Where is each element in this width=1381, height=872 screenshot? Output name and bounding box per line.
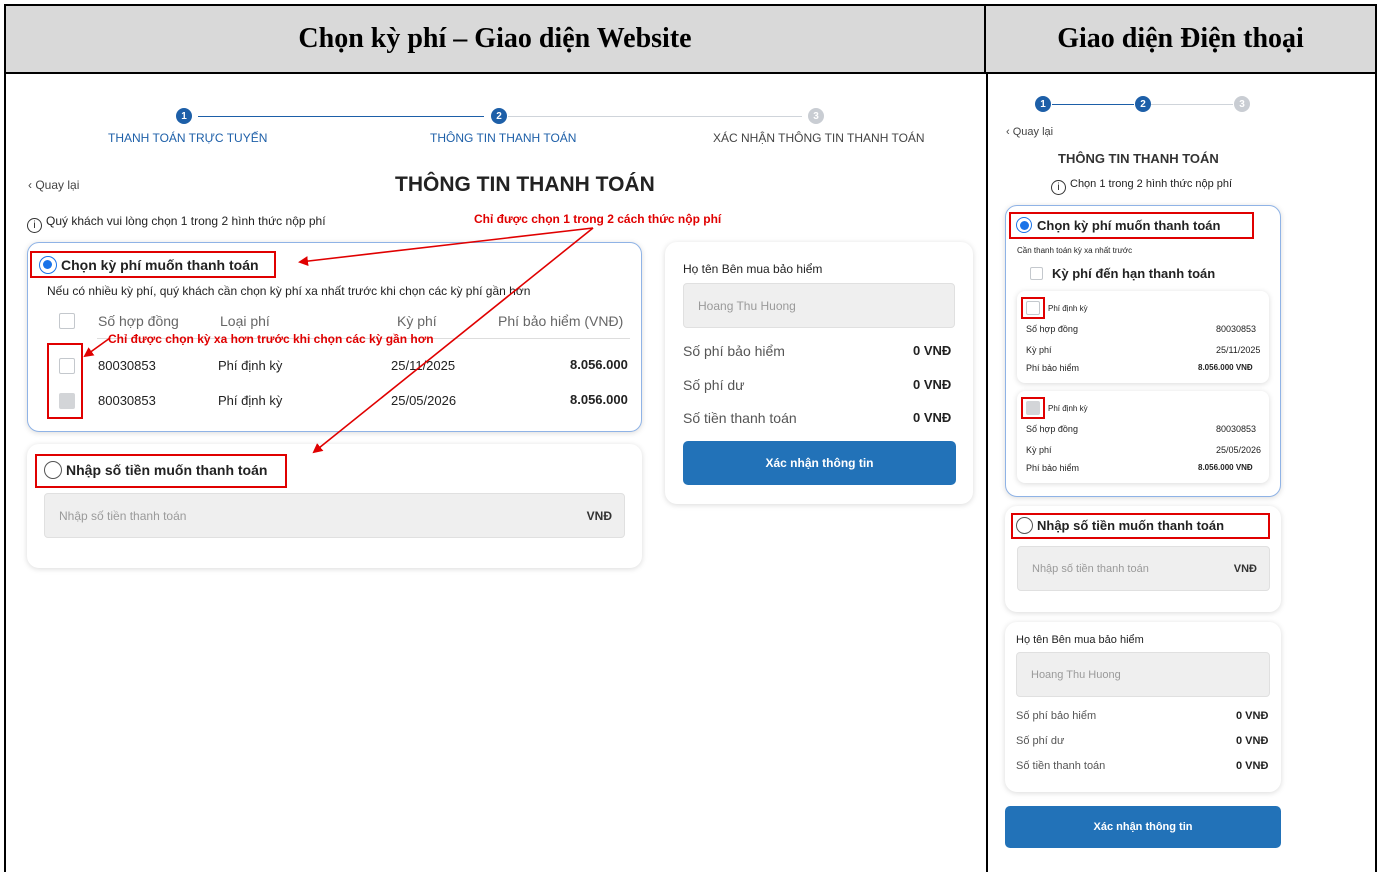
summary-premium-value: 0 VNĐ <box>913 343 952 358</box>
col-premium: Phí bảo hiểm (VNĐ) <box>498 313 624 329</box>
col-contract: Số hợp đồng <box>98 313 179 329</box>
step-1-label: THANH TOÁN TRỰC TUYẾN <box>108 131 268 145</box>
m-highlight-option1-title <box>1009 212 1254 239</box>
m-confirm-button[interactable]: Xác nhận thông tin <box>1005 806 1281 848</box>
highlight-option2-title <box>35 454 287 488</box>
m-info-text: i Chọn 1 trong 2 hình thức nộp phí <box>1051 178 1232 195</box>
m-row-2-premium-label: Phí bảo hiểm <box>1026 463 1080 473</box>
m-summary-surplus-value: 0 VNĐ <box>1236 735 1269 747</box>
row-1-contract: 80030853 <box>98 358 156 373</box>
m-row-1-premium: 8.056.000 VNĐ <box>1198 363 1253 372</box>
m-option1-hint: Cần thanh toán kỳ xa nhất trước <box>1017 246 1133 255</box>
m-row-2-period: 25/05/2026 <box>1216 445 1262 455</box>
mobile-column-header: Giao diện Điện thoại <box>986 6 1375 74</box>
m-row-2-contract: 80030853 <box>1216 424 1257 434</box>
m-summary-premium-label: Số phí bảo hiểm <box>1016 710 1097 722</box>
m-summary-surplus-label: Số phí dư <box>1016 735 1065 747</box>
summary-total-label: Số tiền thanh toán <box>683 410 797 426</box>
m-buyer-input[interactable]: Hoang Thu Huong <box>1016 652 1270 697</box>
highlight-option1-title <box>30 251 276 278</box>
m-due-label: Kỳ phí đến hạn thanh toán <box>1052 266 1216 281</box>
row-1-type: Phí định kỳ <box>218 358 283 373</box>
m-back-link[interactable]: ‹ Quay lại <box>1006 126 1053 138</box>
m-row-1-type: Phí định kỳ <box>1048 304 1088 313</box>
m-step-2-dot: 2 <box>1135 96 1151 112</box>
info-text: i Quý khách vui lòng chọn 1 trong 2 hình … <box>27 214 326 233</box>
summary-surplus-value: 0 VNĐ <box>913 377 952 392</box>
m-summary-premium-value: 0 VNĐ <box>1236 710 1269 722</box>
m-highlight-option2-title <box>1011 513 1270 539</box>
option1-hint: Nếu có nhiều kỳ phí, quý khách cần chọn … <box>47 284 531 298</box>
m-row-1-premium-label: Phí bảo hiểm <box>1026 363 1080 373</box>
stepper-line-1 <box>198 116 484 117</box>
m-summary-total-value: 0 VNĐ <box>1236 760 1269 772</box>
amount-unit: VNĐ <box>586 508 612 523</box>
m-row-2-premium: 8.056.000 VNĐ <box>1198 463 1253 472</box>
page-title: THÔNG TIN THANH TOÁN <box>395 173 655 196</box>
m-due-checkbox[interactable] <box>1030 267 1043 280</box>
m-highlight-row-2-checkbox <box>1021 397 1045 419</box>
m-highlight-row-1-checkbox <box>1021 297 1045 319</box>
row-1-premium: 8.056.000 <box>570 357 628 372</box>
step-3-dot: 3 <box>808 108 824 124</box>
info-icon: i <box>27 218 42 233</box>
buyer-input[interactable]: Hoang Thu Huong <box>683 283 955 328</box>
m-stepper-line-2 <box>1151 104 1233 105</box>
m-summary-total-label: Số tiền thanh toán <box>1016 760 1106 772</box>
m-row-2-period-label: Kỳ phí <box>1026 445 1052 455</box>
buyer-label: Họ tên Bên mua bảo hiểm <box>683 262 823 276</box>
row-1-period: 25/11/2025 <box>391 358 456 373</box>
col-period: Kỳ phí <box>397 313 437 329</box>
row-2-premium: 8.056.000 <box>570 392 628 407</box>
m-row-1-contract-label: Số hợp đồng <box>1026 324 1078 334</box>
row-2-type: Phí định kỳ <box>218 393 283 408</box>
step-3-label: XÁC NHẬN THÔNG TIN THANH TOÁN <box>713 131 925 145</box>
summary-total-value: 0 VNĐ <box>913 410 952 425</box>
annotation-far-first: Chỉ được chọn kỳ xa hơn trước khi chọn c… <box>108 332 434 346</box>
summary-surplus-label: Số phí dư <box>683 377 745 393</box>
stepper-line-2 <box>508 116 802 117</box>
m-row-2-type: Phí định kỳ <box>1048 404 1088 413</box>
confirm-button[interactable]: Xác nhận thông tin <box>683 441 956 485</box>
step-2-label: THÔNG TIN THANH TOÁN <box>430 131 577 145</box>
m-chevron-left-icon: ‹ <box>1006 126 1013 138</box>
row-2-contract: 80030853 <box>98 393 156 408</box>
m-stepper-line-1 <box>1052 104 1134 105</box>
m-info-icon: i <box>1051 180 1066 195</box>
m-step-1-dot: 1 <box>1035 96 1051 112</box>
m-row-1-period-label: Kỳ phí <box>1026 345 1052 355</box>
amount-input[interactable]: Nhập số tiền thanh toán VNĐ <box>44 493 625 538</box>
summary-premium-label: Số phí bảo hiểm <box>683 343 785 359</box>
m-amount-input[interactable]: Nhập số tiền thanh toán VNĐ <box>1017 546 1270 591</box>
highlight-row-checkboxes <box>47 343 83 419</box>
select-all-checkbox[interactable] <box>59 313 75 329</box>
step-1-dot: 1 <box>176 108 192 124</box>
m-amount-unit: VNĐ <box>1233 562 1257 575</box>
col-type: Loại phí <box>220 313 270 329</box>
web-column-header: Chọn kỳ phí – Giao diện Website <box>6 6 986 74</box>
m-buyer-label: Họ tên Bên mua bảo hiểm <box>1016 634 1144 646</box>
m-row-2-contract-label: Số hợp đồng <box>1026 424 1078 434</box>
column-divider <box>986 74 988 872</box>
m-row-1-contract: 80030853 <box>1216 324 1257 334</box>
m-page-title: THÔNG TIN THANH TOÁN <box>1058 151 1219 166</box>
back-link[interactable]: ‹ Quay lại <box>28 178 79 192</box>
row-2-period: 25/05/2026 <box>391 393 457 408</box>
m-row-1-period: 25/11/2025 <box>1216 345 1261 355</box>
m-step-3-dot: 3 <box>1234 96 1250 112</box>
annotation-one-of-two: Chỉ được chọn 1 trong 2 cách thức nộp ph… <box>474 212 722 226</box>
step-2-dot: 2 <box>491 108 507 124</box>
